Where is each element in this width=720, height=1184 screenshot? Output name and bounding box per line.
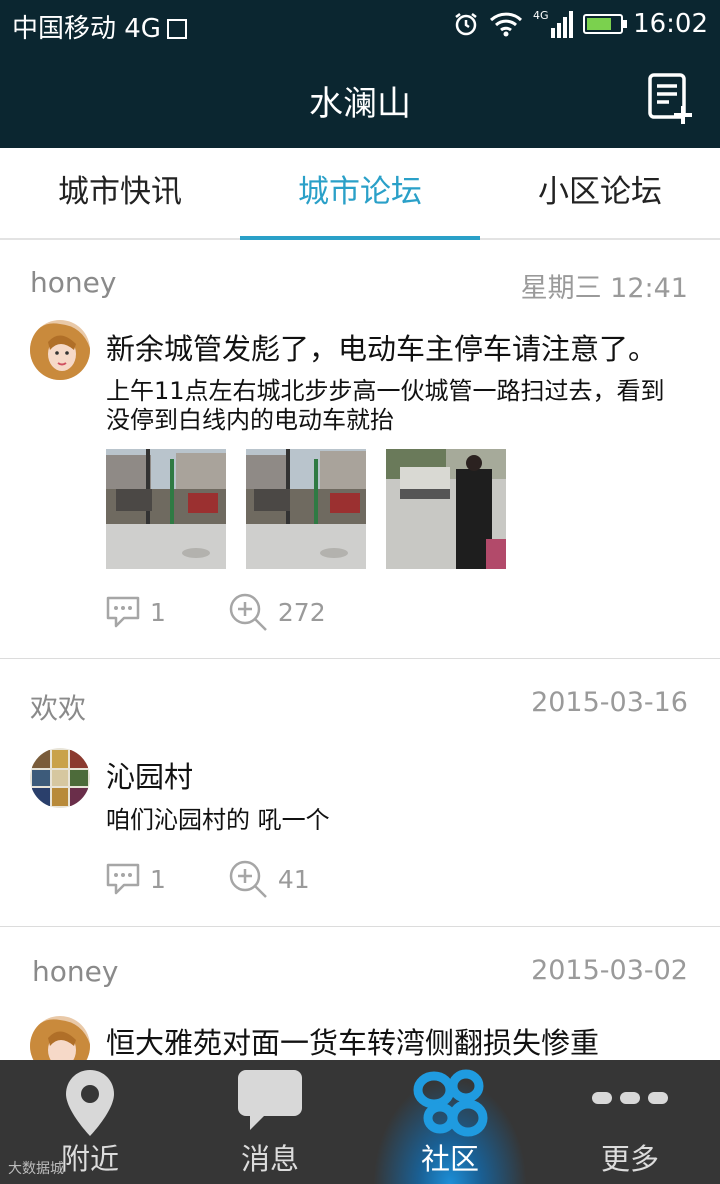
alarm-icon: [455, 13, 477, 36]
location-pin-icon: [66, 1070, 114, 1136]
zoom-in-icon: [229, 860, 267, 898]
view-count-value: 272: [277, 597, 326, 627]
comment-count-value: 1: [150, 597, 166, 627]
avatar[interactable]: [30, 748, 90, 808]
watermark: 大数据城: [8, 1161, 64, 1177]
status-time: 16:02: [633, 9, 708, 39]
tab-city-forum[interactable]: 城市论坛: [240, 148, 480, 240]
post-author: honey: [32, 955, 119, 988]
status-carrier: 中国移动 4G: [12, 8, 187, 45]
post-thumbnail[interactable]: [246, 449, 366, 569]
view-count-value: 41: [277, 864, 310, 894]
comment-count[interactable]: 1: [106, 596, 166, 628]
post-title[interactable]: 恒大雅苑对面一货车转湾侧翻损失惨重: [106, 1020, 599, 1060]
compose-button[interactable]: [646, 72, 694, 128]
post-body: 咱们沁园村的 吼一个: [106, 806, 330, 834]
avatar[interactable]: [30, 320, 90, 380]
post-image-gallery: [106, 449, 506, 569]
compose-icon: [648, 73, 692, 124]
status-bar: 中国移动 4G 4G 16:02: [0, 0, 720, 50]
image-notification-icon: [166, 19, 187, 39]
post-date: 2015-03-02: [531, 955, 688, 986]
post-title[interactable]: 新余城管发彪了，电动车主停车请注意了。: [106, 326, 657, 368]
title-bar: 水澜山: [0, 50, 720, 148]
tab-city-news[interactable]: 城市快讯: [0, 148, 240, 238]
status-icons: 4G 16:02: [453, 8, 708, 40]
post-item[interactable]: 欢欢 2015-03-16 沁园村 咱们沁园村的 吼一个 1 41: [0, 659, 720, 927]
more-dots-icon: [592, 1092, 668, 1104]
view-count: 272: [228, 592, 326, 632]
network-type-label: 4G: [533, 9, 549, 22]
nav-more[interactable]: 更多: [540, 1060, 720, 1184]
post-author: 欢欢: [30, 692, 87, 725]
nav-label: 更多: [600, 1142, 659, 1176]
zoom-in-icon: [229, 593, 267, 631]
carrier-label: 中国移动 4G: [12, 14, 161, 44]
view-count: 41: [228, 859, 310, 899]
cell-signal-icon: 4G: [533, 9, 574, 38]
tab-bar: 城市快讯 城市论坛 小区论坛: [0, 148, 720, 240]
avatar[interactable]: [30, 1016, 90, 1060]
nav-nearby[interactable]: 附近 大数据城: [0, 1060, 180, 1184]
post-date: 星期三 12:41: [520, 273, 688, 304]
post-item[interactable]: honey 2015-03-02 恒大雅苑对面一货车转湾侧翻损失惨重: [0, 927, 720, 1060]
chat-bubble-icon: [238, 1070, 302, 1130]
post-stats: 1 41: [106, 859, 310, 899]
page-title: 水澜山: [309, 84, 411, 124]
post-stats: 1 272: [106, 592, 326, 632]
nav-messages[interactable]: 消息: [180, 1060, 360, 1184]
battery-fill: [587, 18, 612, 30]
battery-icon: [583, 14, 628, 34]
post-title[interactable]: 沁园村: [106, 754, 193, 796]
post-thumbnail[interactable]: [386, 449, 506, 569]
comment-icon: [106, 596, 140, 628]
comment-count[interactable]: 1: [106, 863, 166, 895]
comment-count-value: 1: [150, 864, 166, 894]
post-item[interactable]: honey 星期三 12:41 新余城管发彪了，电动车主停车请注意了。 上午11…: [0, 238, 720, 659]
nav-community[interactable]: 社区: [360, 1060, 540, 1184]
post-author: honey: [30, 266, 117, 299]
post-date: 2015-03-16: [531, 687, 688, 718]
post-thumbnail[interactable]: [106, 449, 226, 569]
community-butterfly-icon: [413, 1069, 488, 1137]
wifi-icon: [490, 12, 523, 37]
post-body: 上午11点左右城北步步高一伙城管一路扫过去，看到没停到白线内的电动车就抬: [106, 377, 665, 434]
tab-community-forum[interactable]: 小区论坛: [480, 148, 720, 238]
bottom-nav: 附近 大数据城 消息 社区 更多: [0, 1060, 720, 1184]
nav-label: 消息: [240, 1142, 299, 1176]
nav-label: 社区: [420, 1142, 479, 1176]
comment-icon: [106, 863, 140, 895]
